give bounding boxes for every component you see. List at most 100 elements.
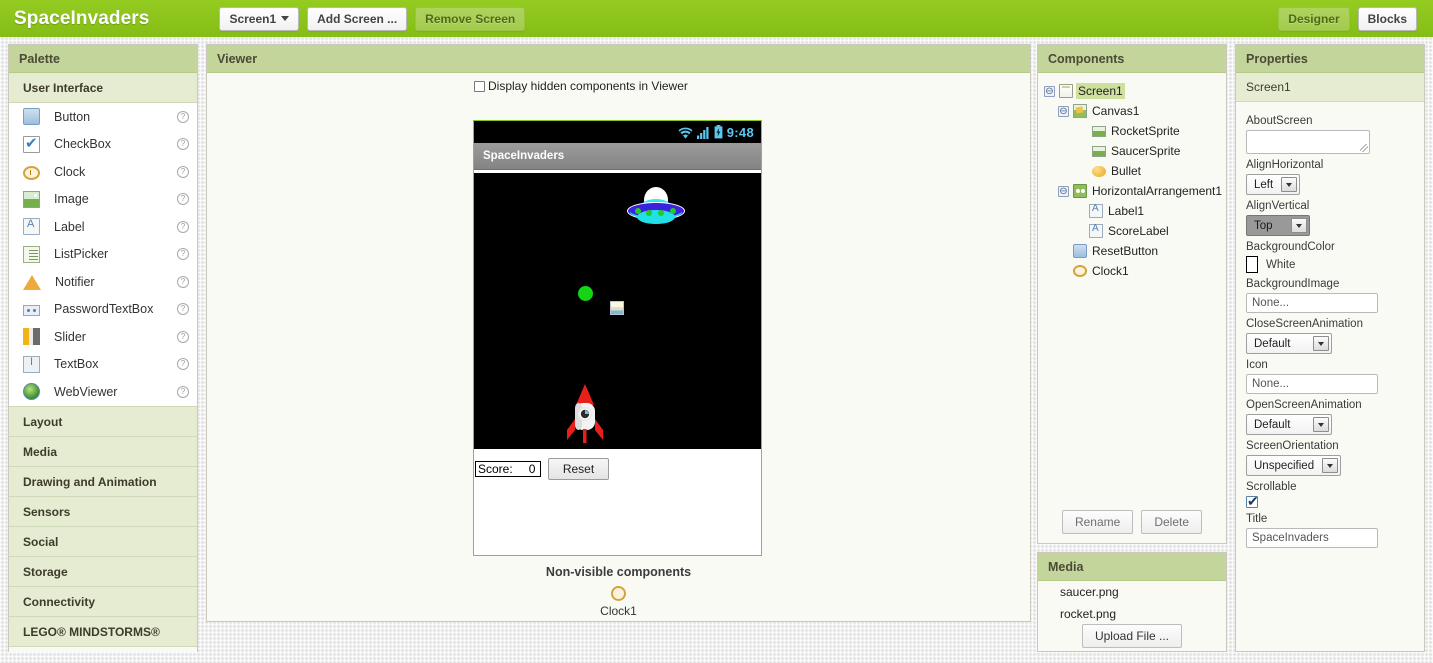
tree-node-rocketsprite[interactable]: RocketSprite: [1044, 121, 1226, 141]
textbox-icon: [23, 355, 40, 373]
palette-item-slider[interactable]: Slider ?: [9, 323, 197, 351]
tree-node-resetbutton[interactable]: ResetButton: [1044, 241, 1226, 261]
designer-button[interactable]: Designer: [1278, 6, 1350, 31]
screenorientation-select[interactable]: Unspecified: [1246, 455, 1342, 476]
upload-file-button[interactable]: Upload File ...: [1081, 624, 1183, 648]
help-icon[interactable]: ?: [177, 110, 189, 123]
collapse-icon[interactable]: ⊖: [1044, 85, 1055, 97]
palette-section-storage[interactable]: Storage: [9, 556, 197, 587]
palette-section-sensors[interactable]: Sensors: [9, 496, 197, 527]
palette-section-connectivity[interactable]: Connectivity: [9, 586, 197, 617]
chevron-down-icon[interactable]: [1313, 336, 1329, 351]
palette-item-textbox[interactable]: TextBox ?: [9, 351, 197, 379]
help-icon[interactable]: ?: [177, 248, 189, 261]
aboutscreen-textarea[interactable]: [1246, 130, 1370, 154]
alignhorizontal-select[interactable]: Left: [1246, 174, 1301, 195]
palette-section-lego-mindstorms[interactable]: LEGO® MINDSTORMS®: [9, 616, 197, 647]
media-file-saucer[interactable]: saucer.png: [1038, 581, 1226, 603]
help-icon[interactable]: ?: [177, 330, 189, 343]
phone-status-bar: 9:48: [474, 121, 761, 143]
palette-item-clock[interactable]: Clock ?: [9, 158, 197, 186]
delete-button[interactable]: Delete: [1141, 510, 1203, 534]
closescreenanimation-select[interactable]: Default: [1246, 333, 1332, 354]
closescreenanimation-value: Default: [1254, 337, 1291, 350]
help-icon[interactable]: ?: [177, 165, 189, 178]
openscreenanimation-value: Default: [1254, 418, 1291, 431]
icon-input[interactable]: None...: [1246, 374, 1378, 394]
palette-section-user-interface[interactable]: User Interface: [9, 73, 197, 103]
media-file-rocket[interactable]: rocket.png: [1038, 603, 1226, 625]
scrollable-checkbox[interactable]: [1246, 493, 1259, 510]
rocket-sprite[interactable]: [563, 383, 607, 443]
non-visible-component-label: Clock1: [600, 604, 637, 618]
tree-node-screen1[interactable]: ⊖ Screen1: [1044, 81, 1226, 101]
sprite-placeholder-icon[interactable]: [610, 301, 624, 315]
tree-node-label: ScoreLabel: [1108, 224, 1169, 238]
help-icon[interactable]: ?: [177, 220, 189, 233]
palette-item-image[interactable]: Image ?: [9, 186, 197, 214]
palette-section-social[interactable]: Social: [9, 526, 197, 557]
chevron-down-icon[interactable]: [1313, 417, 1329, 432]
palette-item-button[interactable]: Button ?: [9, 103, 197, 131]
openscreenanimation-select[interactable]: Default: [1246, 414, 1332, 435]
palette-item-webviewer[interactable]: WebViewer ?: [9, 378, 197, 406]
rename-button[interactable]: Rename: [1061, 510, 1134, 534]
viewer-panel: Viewer Display hidden components in View…: [206, 44, 1031, 622]
backgroundimage-input[interactable]: None...: [1246, 293, 1378, 313]
horizontalarrangement1-preview[interactable]: Score: 0: [475, 461, 542, 477]
tree-node-label: Bullet: [1111, 164, 1142, 178]
wifi-icon: [678, 127, 693, 138]
palette-item-label: CheckBox: [54, 137, 111, 152]
tree-node-canvas1[interactable]: ⊖ Canvas1: [1044, 101, 1226, 121]
palette-item-checkbox[interactable]: CheckBox ?: [9, 131, 197, 159]
chevron-down-icon[interactable]: [1291, 218, 1307, 233]
collapse-icon[interactable]: ⊖: [1058, 105, 1069, 117]
canvas1-preview[interactable]: [474, 173, 761, 449]
button-icon: [1073, 244, 1087, 258]
checkbox-icon: [23, 134, 40, 153]
tree-node-label: Label1: [1108, 204, 1145, 218]
blocks-button[interactable]: Blocks: [1357, 6, 1417, 31]
collapse-icon[interactable]: ⊖: [1058, 185, 1069, 197]
tree-node-saucersprite[interactable]: SaucerSprite: [1044, 141, 1226, 161]
tree-node-label1[interactable]: Label1: [1044, 201, 1226, 221]
remove-screen-button[interactable]: Remove Screen: [415, 6, 526, 31]
palette-section-drawing-and-animation[interactable]: Drawing and Animation: [9, 466, 197, 497]
help-icon[interactable]: ?: [177, 358, 189, 371]
screen-selector-dropdown[interactable]: Screen1: [219, 6, 300, 31]
palette-item-notifier[interactable]: Notifier ?: [9, 268, 197, 296]
help-icon[interactable]: ?: [177, 138, 189, 151]
chevron-down-icon[interactable]: [1281, 177, 1298, 192]
palette-item-label[interactable]: Label ?: [9, 213, 197, 241]
help-icon[interactable]: ?: [177, 193, 189, 206]
tree-node-scorelabel[interactable]: ScoreLabel: [1044, 221, 1226, 241]
backgroundcolor-picker[interactable]: White: [1246, 256, 1414, 273]
help-icon[interactable]: ?: [177, 303, 189, 316]
resetbutton-preview[interactable]: Reset: [547, 458, 610, 480]
chevron-down-icon[interactable]: [1322, 458, 1339, 473]
palette-section-layout[interactable]: Layout: [9, 406, 197, 437]
bullet-sprite[interactable]: [578, 286, 593, 301]
palette-header: Palette: [9, 45, 197, 73]
palette-item-listpicker[interactable]: ListPicker ?: [9, 241, 197, 269]
property-label-backgroundimage: BackgroundImage: [1246, 278, 1340, 290]
saucer-sprite[interactable]: [626, 186, 686, 230]
color-swatch[interactable]: [1246, 256, 1258, 273]
add-screen-button[interactable]: Add Screen ...: [307, 6, 408, 31]
palette-section-media[interactable]: Media: [9, 436, 197, 467]
horizontal-arrangement-icon: [1073, 184, 1087, 198]
tree-node-clock1[interactable]: Clock1: [1044, 261, 1226, 281]
tree-node-horizontalarrangement1[interactable]: ⊖ HorizontalArrangement1: [1044, 181, 1226, 201]
checkbox-icon[interactable]: [474, 80, 485, 92]
palette-item-passwordtextbox[interactable]: PasswordTextBox ?: [9, 296, 197, 324]
help-icon[interactable]: ?: [177, 385, 189, 398]
title-input[interactable]: SpaceInvaders: [1246, 528, 1378, 548]
help-icon[interactable]: ?: [177, 275, 189, 288]
display-hidden-components-toggle[interactable]: Display hidden components in Viewer: [474, 79, 688, 93]
non-visible-component-clock1[interactable]: Clock1: [207, 586, 1030, 618]
tree-node-label: ResetButton: [1092, 244, 1159, 258]
top-toolbar: SpaceInvaders Screen1 Add Screen ... Rem…: [0, 0, 1433, 37]
palette-item-label: WebViewer: [54, 384, 118, 399]
tree-node-bullet[interactable]: Bullet: [1044, 161, 1226, 181]
alignvertical-select[interactable]: Top: [1246, 215, 1310, 236]
